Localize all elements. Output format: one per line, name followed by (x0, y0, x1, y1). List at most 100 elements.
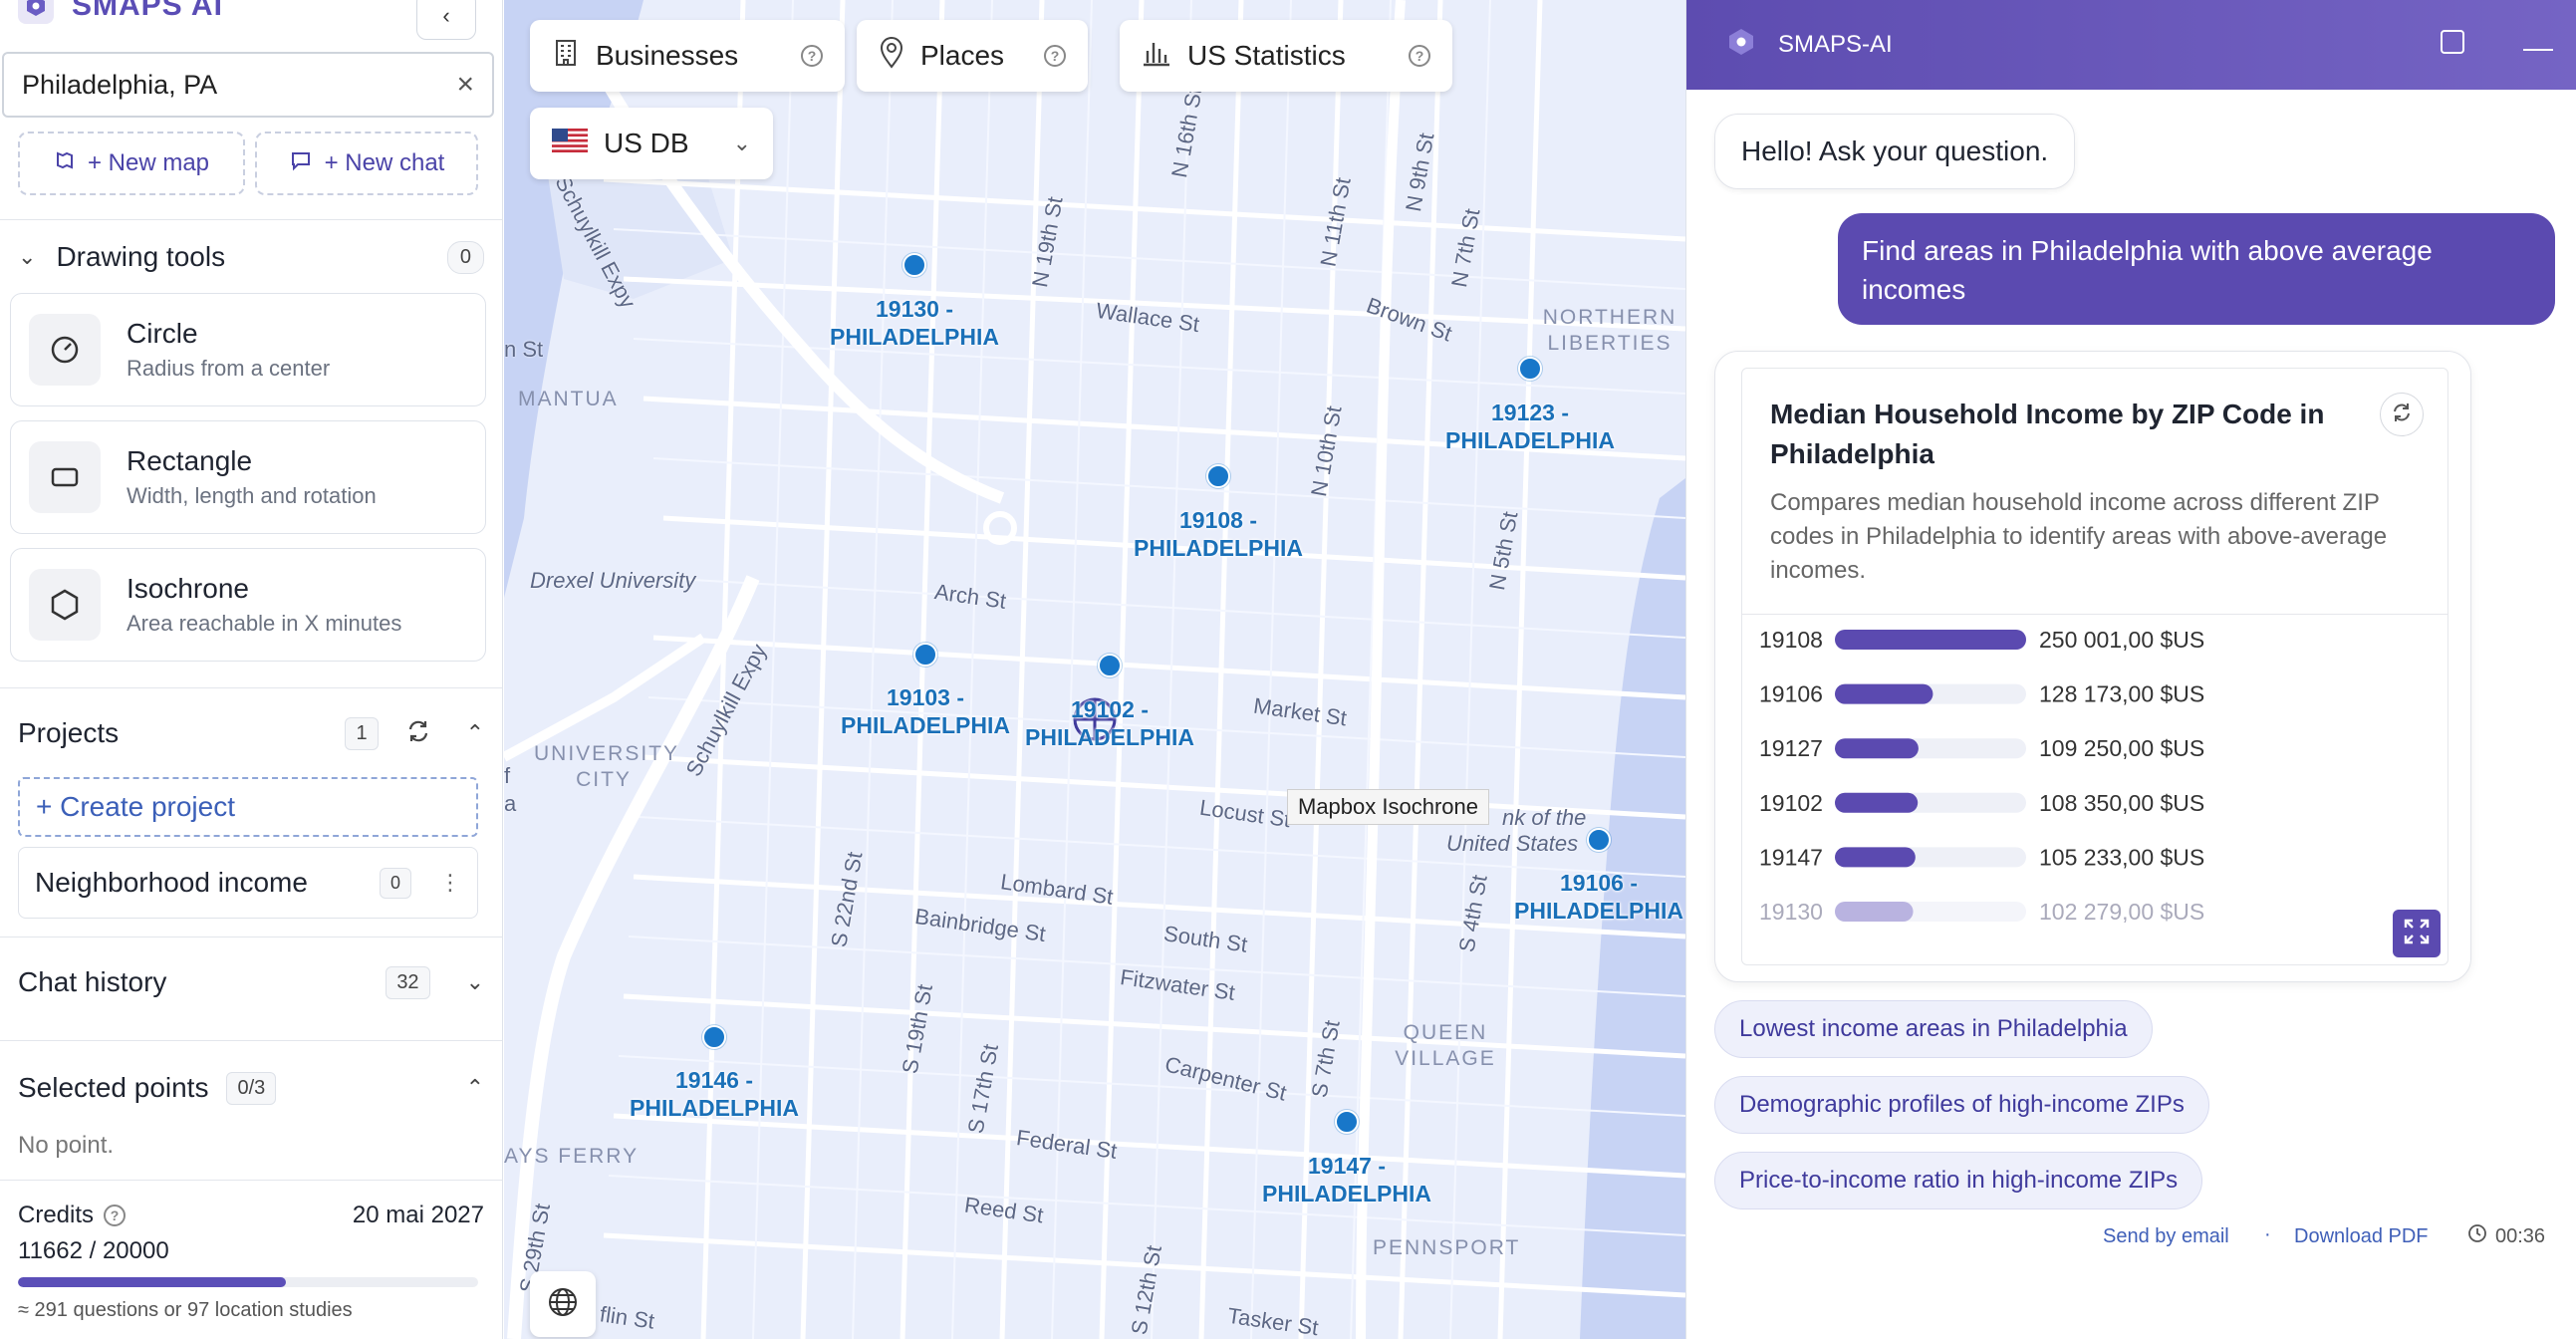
refresh-chart-button[interactable] (2380, 393, 2424, 436)
selected-points-empty: No point. (18, 1132, 115, 1159)
drawing-tools-header[interactable]: ⌄ Drawing tools 0 (18, 237, 484, 277)
projects-title: Projects (18, 717, 120, 748)
globe-button[interactable] (530, 1271, 596, 1337)
clear-search-icon[interactable]: × (456, 68, 474, 102)
tool-subtitle: Area reachable in X minutes (127, 611, 402, 636)
clock-circle-icon (29, 314, 101, 386)
response-time: 00:36 (2467, 1223, 2545, 1249)
selected-points-header[interactable]: Selected points 0/3 ⌃ (18, 1068, 484, 1108)
database-label: US DB (604, 128, 689, 158)
new-chat-label: + New chat (324, 149, 445, 176)
refresh-icon[interactable] (404, 717, 432, 750)
rectangle-icon (29, 441, 101, 513)
clock-icon (2467, 1223, 2487, 1249)
map-view[interactable]: Schuylkill Expy Wallace St N 19th St N 1… (504, 0, 1685, 1339)
zip-pin-label: 19123 - PHILADELPHIA (1445, 400, 1615, 453)
tool-isochrone[interactable]: Isochrone Area reachable in X minutes (10, 548, 486, 662)
chat-history-header[interactable]: Chat history 32 ⌄ (18, 962, 484, 1002)
drawing-tools-count: 0 (446, 240, 484, 274)
chevron-left-icon: ‹ (442, 3, 450, 28)
chat-title: SMAPS-AI (1778, 31, 1893, 58)
street-label: f (504, 763, 511, 788)
divider (0, 219, 502, 220)
places-filter-button[interactable]: Places ? (857, 20, 1088, 92)
selected-points-title: Selected points (18, 1072, 209, 1103)
search-value: Philadelphia, PA (22, 69, 218, 100)
chevron-down-icon: ⌄ (465, 969, 484, 994)
project-count: 0 (379, 867, 411, 899)
zip-pin[interactable] (1206, 464, 1230, 488)
download-pdf-link[interactable]: Download PDF (2294, 1225, 2429, 1248)
bar-value-label: 250 001,00 $US (2039, 627, 2204, 653)
businesses-filter-button[interactable]: Businesses ? (530, 20, 845, 92)
zip-pin[interactable] (1098, 654, 1122, 677)
bar (1835, 847, 1916, 868)
zip-pin[interactable] (1587, 828, 1611, 852)
new-map-button[interactable]: + New map (18, 132, 245, 195)
bar (1835, 738, 1919, 759)
chat-bubble-icon (289, 148, 313, 179)
assistant-message: Hello! Ask your question. (1714, 114, 2076, 189)
tool-rectangle[interactable]: Rectangle Width, length and rotation (10, 420, 486, 534)
credits-progress-bar (18, 1277, 478, 1287)
chat-history-title: Chat history (18, 966, 167, 997)
expand-chart-button[interactable] (2393, 910, 2441, 957)
app-logo-icon (1726, 27, 1756, 64)
suggestion-chip[interactable]: Demographic profiles of high-income ZIPs (1714, 1076, 2209, 1134)
suggestion-chip[interactable]: Lowest income areas in Philadelphia (1714, 1000, 2153, 1058)
tool-title: Circle (127, 318, 198, 349)
chevron-up-icon[interactable]: ⌃ (466, 720, 484, 746)
minimize-icon[interactable] (2523, 31, 2553, 59)
collapse-sidebar-button[interactable]: ‹ (416, 0, 476, 40)
bar (1835, 683, 1933, 704)
street-label: United States (1446, 831, 1579, 856)
area-label: NORTHERN LIBERTIES (1542, 306, 1677, 355)
credits-value: 11662 / 20000 (18, 1237, 169, 1264)
app-name: SMAPS AI (72, 0, 223, 22)
database-select[interactable]: US DB ⌄ (530, 108, 773, 179)
bar-value-label: 108 350,00 $US (2039, 790, 2204, 816)
map-pin-icon (879, 36, 904, 76)
zip-pin[interactable] (1335, 1110, 1359, 1134)
chart-description: Compares median household income across … (1770, 489, 2388, 584)
tool-title: Rectangle (127, 445, 253, 476)
zip-pin-label: 19108 - PHILADELPHIA (1134, 507, 1303, 561)
isochrone-tooltip: Mapbox Isochrone (1287, 789, 1489, 825)
us-statistics-filter-button[interactable]: US Statistics ? (1120, 20, 1452, 92)
suggestion-chip[interactable]: Price-to-income ratio in high-income ZIP… (1714, 1152, 2203, 1209)
maximize-icon[interactable] (2440, 29, 2465, 62)
tool-circle[interactable]: Circle Radius from a center (10, 293, 486, 406)
help-icon[interactable]: ? (1409, 45, 1430, 67)
user-message: Find areas in Philadelphia with above av… (1838, 213, 2555, 325)
new-chat-button[interactable]: + New chat (255, 132, 478, 195)
project-item[interactable]: Neighborhood income 0 ⋮ (18, 847, 478, 919)
street-label: a (504, 791, 517, 816)
bar (1835, 630, 2026, 650)
help-icon[interactable]: ? (801, 45, 823, 67)
globe-icon (547, 1286, 579, 1323)
area-label: PENNSPORT (1373, 1236, 1521, 1259)
zip-pin[interactable] (1518, 357, 1542, 381)
chat-panel: SMAPS-AI Hello! Ask your question. Find … (1685, 0, 2576, 1339)
businesses-label: Businesses (596, 40, 739, 71)
zip-pin[interactable] (702, 1025, 726, 1049)
zip-pin[interactable] (913, 643, 937, 667)
zip-pin-label: 19106 - PHILADELPHIA (1514, 870, 1683, 924)
new-map-label: + New map (87, 149, 210, 176)
projects-count: 1 (345, 716, 379, 750)
create-project-button[interactable]: + Create project (18, 777, 478, 837)
send-by-email-link[interactable]: Send by email (2103, 1225, 2229, 1248)
more-vertical-icon[interactable]: ⋮ (439, 870, 461, 896)
divider (0, 1180, 502, 1181)
help-icon[interactable]: ? (104, 1205, 127, 1226)
chevron-up-icon: ⌃ (465, 1075, 484, 1100)
location-search-input[interactable]: Philadelphia, PA × (2, 52, 494, 118)
zip-pin[interactable] (902, 253, 926, 277)
brand: SMAPS AI (18, 0, 223, 26)
help-icon[interactable]: ? (1044, 45, 1066, 67)
bar-value-label: 128 173,00 $US (2039, 681, 2204, 707)
divider (0, 1040, 502, 1041)
footer-separator: · (2264, 1223, 2271, 1245)
drawing-tools-title: Drawing tools (56, 241, 226, 272)
chevron-down-icon: ⌄ (18, 244, 37, 269)
